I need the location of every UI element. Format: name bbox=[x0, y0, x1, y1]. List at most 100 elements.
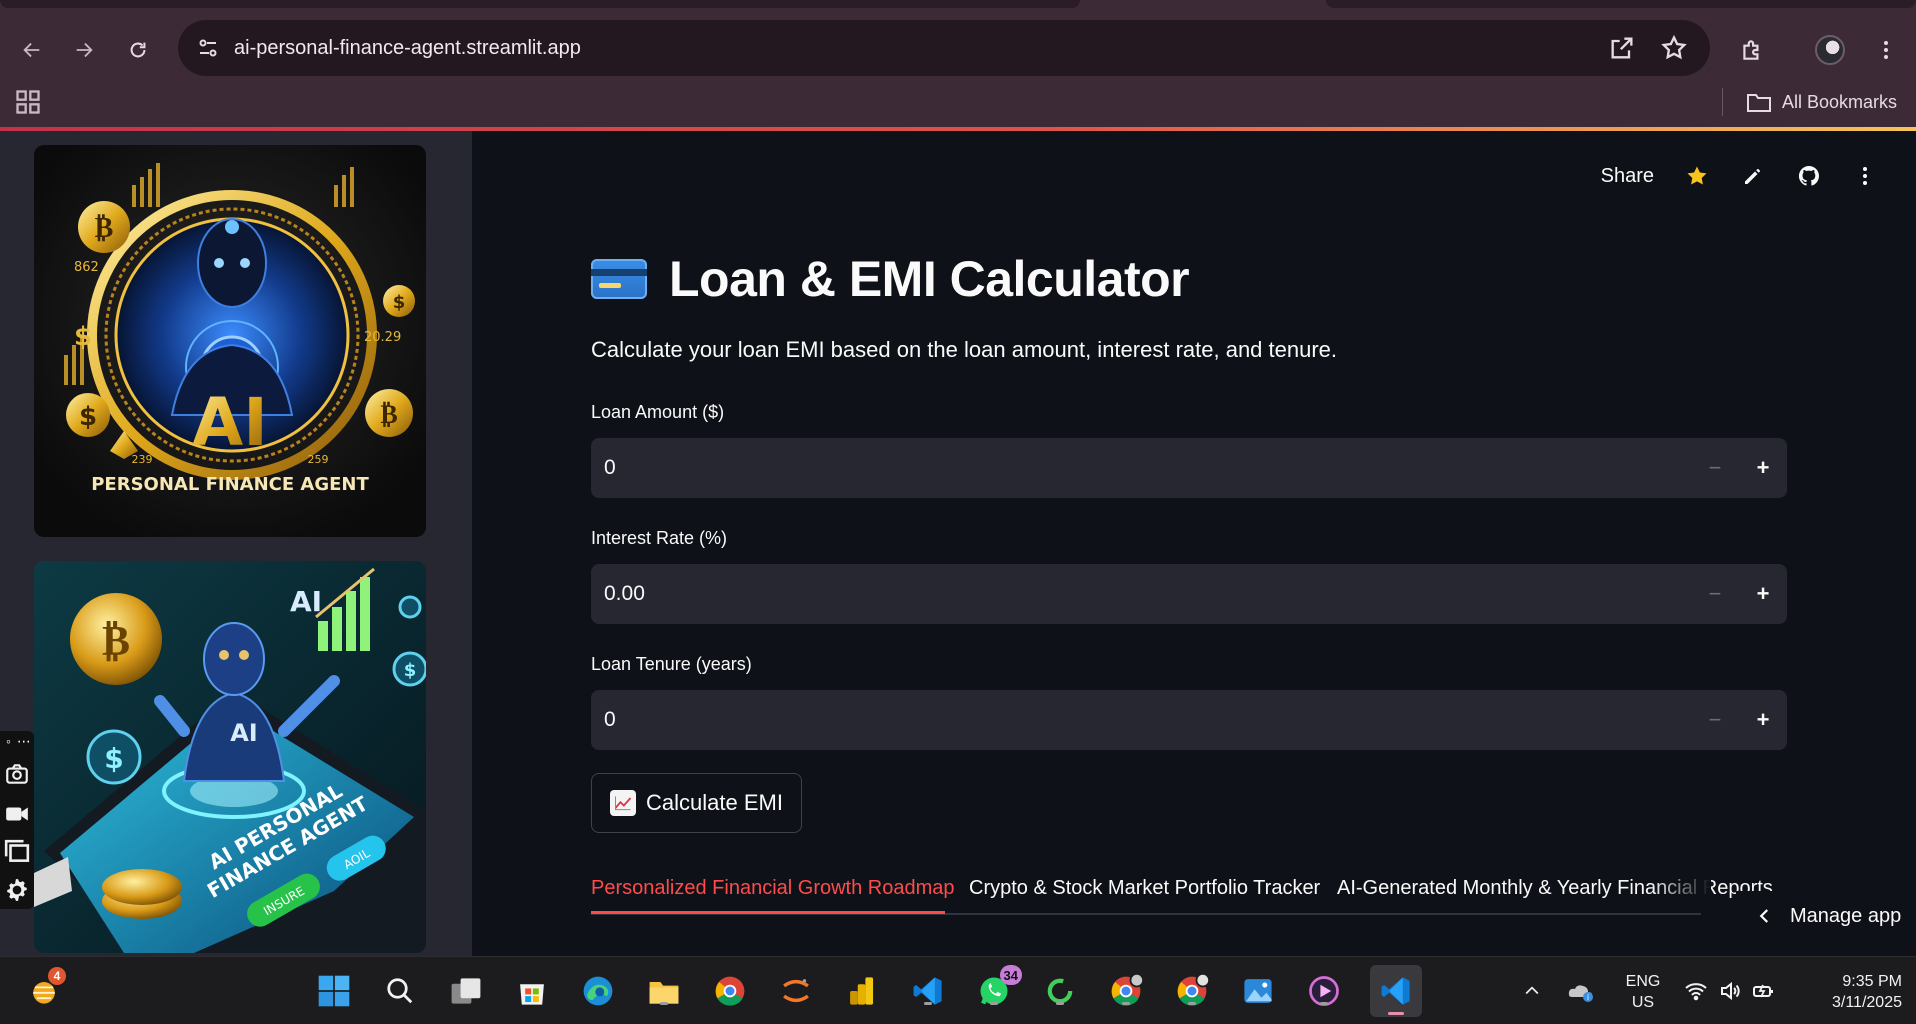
svg-text:AI: AI bbox=[192, 384, 268, 461]
svg-text:20.29: 20.29 bbox=[364, 330, 401, 345]
language-indicator[interactable]: ENG US bbox=[1620, 971, 1666, 1013]
toolbar-more-icon[interactable]: ◦ ⋯ bbox=[6, 733, 32, 750]
whatsapp-badge: 34 bbox=[999, 965, 1022, 985]
star-icon[interactable] bbox=[1684, 163, 1710, 189]
loan-tenure-decrement-icon[interactable]: − bbox=[1691, 690, 1739, 750]
sidebar-logo-image: ₿ ₿ $ $ $ 862 20.29 AI 239 259 PERSONAL … bbox=[34, 145, 426, 537]
chrome-profile-icon[interactable] bbox=[1106, 971, 1146, 1011]
browser-toolbar: ai-personal-finance-agent.streamlit.app bbox=[0, 8, 1916, 78]
svg-text:$: $ bbox=[79, 402, 97, 432]
svg-text:PERSONAL FINANCE AGENT: PERSONAL FINANCE AGENT bbox=[91, 474, 369, 495]
edge-browser-icon[interactable] bbox=[578, 971, 618, 1011]
video-camera-icon[interactable] bbox=[4, 801, 30, 827]
open-in-app-icon[interactable] bbox=[1608, 34, 1636, 62]
power-bi-icon[interactable] bbox=[842, 971, 882, 1011]
chevron-left-icon bbox=[1759, 909, 1769, 923]
widgets-icon[interactable]: 4 bbox=[24, 967, 66, 1011]
back-icon[interactable] bbox=[12, 30, 52, 70]
onedrive-icon[interactable]: i bbox=[1566, 957, 1596, 1024]
page-heading: Loan & EMI Calculator bbox=[591, 247, 1190, 311]
vscode-icon[interactable] bbox=[908, 971, 948, 1011]
sidebar: ₿ ₿ $ $ $ 862 20.29 AI 239 259 PERSONAL … bbox=[0, 131, 472, 956]
svg-text:$: $ bbox=[404, 660, 417, 681]
all-bookmarks-button[interactable]: All Bookmarks bbox=[1746, 88, 1897, 116]
interest-rate-value[interactable]: 0.00 bbox=[604, 582, 645, 606]
settings-gear-icon[interactable] bbox=[4, 877, 30, 903]
bookmark-star-icon[interactable] bbox=[1660, 34, 1688, 62]
chrome-profile-icon[interactable] bbox=[1172, 971, 1212, 1011]
browser-tab[interactable] bbox=[1326, 0, 1916, 8]
show-hidden-icons[interactable] bbox=[1522, 957, 1542, 1024]
tab-portfolio-tracker[interactable]: Crypto & Stock Market Portfolio Tracker bbox=[969, 877, 1320, 900]
apps-grid-icon[interactable] bbox=[14, 88, 42, 116]
url-text[interactable]: ai-personal-finance-agent.streamlit.app bbox=[234, 37, 581, 60]
windows-taskbar: 4 34 i ENG US 9:35 PM 3/11/2025 bbox=[0, 956, 1916, 1024]
interest-rate-decrement-icon[interactable]: − bbox=[1691, 564, 1739, 624]
camera-icon[interactable] bbox=[4, 761, 30, 787]
main-content: Share Loan & EMI Calculator Calculate yo… bbox=[472, 131, 1916, 956]
whatsapp-icon[interactable]: 34 bbox=[974, 965, 1022, 1011]
vscode-active-icon[interactable] bbox=[1370, 965, 1422, 1017]
svg-text:239: 239 bbox=[132, 453, 153, 466]
bookmarks-bar: All Bookmarks bbox=[0, 78, 1916, 128]
tab-overflow-fade bbox=[1651, 871, 1711, 911]
loan-amount-increment-icon[interactable]: + bbox=[1739, 438, 1787, 498]
media-player-icon[interactable] bbox=[1304, 971, 1344, 1011]
page-title: Loan & EMI Calculator bbox=[669, 251, 1190, 307]
address-bar[interactable]: ai-personal-finance-agent.streamlit.app bbox=[178, 20, 1710, 76]
sync-app-icon[interactable] bbox=[1040, 971, 1080, 1011]
svg-text:₿: ₿ bbox=[380, 400, 397, 430]
feature-tabs: Personalized Financial Growth Roadmap Cr… bbox=[591, 871, 1773, 915]
reload-icon[interactable] bbox=[118, 30, 158, 70]
loan-tenure-input[interactable]: 0 − + bbox=[591, 690, 1787, 750]
tab-strip bbox=[0, 0, 1916, 8]
interest-rate-increment-icon[interactable]: + bbox=[1739, 564, 1787, 624]
loan-amount-input[interactable]: 0 − + bbox=[591, 438, 1787, 498]
browser-tab[interactable] bbox=[0, 0, 1080, 8]
battery-charging-icon[interactable] bbox=[1752, 957, 1776, 1024]
loan-amount-value[interactable]: 0 bbox=[604, 456, 616, 480]
svg-text:259: 259 bbox=[308, 453, 329, 466]
search-icon[interactable] bbox=[380, 971, 420, 1011]
more-options-icon[interactable] bbox=[1852, 163, 1878, 189]
extensions-icon[interactable] bbox=[1732, 30, 1772, 70]
edit-pencil-icon[interactable] bbox=[1740, 163, 1766, 189]
photos-icon[interactable] bbox=[1238, 971, 1278, 1011]
clock-date: 3/11/2025 bbox=[1832, 994, 1902, 1011]
file-explorer-icon[interactable] bbox=[644, 971, 684, 1011]
jupyter-icon[interactable] bbox=[776, 971, 816, 1011]
loan-amount-label: Loan Amount ($) bbox=[591, 402, 725, 422]
interest-rate-input[interactable]: 0.00 − + bbox=[591, 564, 1787, 624]
github-icon[interactable] bbox=[1796, 163, 1822, 189]
chrome-icon[interactable] bbox=[710, 971, 750, 1011]
site-info-icon[interactable] bbox=[196, 36, 220, 60]
screen-capture-toolbar: ◦ ⋯ bbox=[0, 731, 34, 909]
loan-amount-decrement-icon[interactable]: − bbox=[1691, 438, 1739, 498]
wifi-icon[interactable] bbox=[1684, 957, 1708, 1024]
interest-rate-label: Interest Rate (%) bbox=[591, 528, 728, 548]
loan-tenure-value[interactable]: 0 bbox=[604, 708, 616, 732]
svg-text:AI: AI bbox=[290, 585, 322, 618]
microsoft-store-icon[interactable] bbox=[512, 971, 552, 1011]
chart-increasing-icon bbox=[610, 790, 636, 816]
browser-chrome: ai-personal-finance-agent.streamlit.app … bbox=[0, 0, 1916, 131]
language-region: US bbox=[1631, 994, 1655, 1011]
share-button[interactable]: Share bbox=[1601, 165, 1654, 188]
forward-icon[interactable] bbox=[64, 30, 104, 70]
window-capture-icon[interactable] bbox=[4, 839, 30, 865]
profile-avatar[interactable] bbox=[1810, 30, 1850, 70]
manage-app-button[interactable]: Manage app bbox=[1736, 891, 1916, 941]
calculate-emi-button[interactable]: Calculate EMI bbox=[591, 773, 802, 833]
bookmarks-divider bbox=[1722, 88, 1723, 116]
active-tab-indicator bbox=[591, 911, 945, 914]
volume-icon[interactable] bbox=[1718, 957, 1742, 1024]
loan-tenure-increment-icon[interactable]: + bbox=[1739, 690, 1787, 750]
windows-start-icon[interactable] bbox=[314, 971, 354, 1011]
browser-menu-icon[interactable] bbox=[1866, 30, 1906, 70]
system-clock[interactable]: 9:35 PM 3/11/2025 bbox=[1802, 971, 1902, 1013]
svg-text:AI: AI bbox=[230, 719, 258, 747]
tab-growth-roadmap[interactable]: Personalized Financial Growth Roadmap bbox=[591, 877, 955, 900]
language-code: ENG bbox=[1625, 973, 1661, 990]
task-view-icon[interactable] bbox=[446, 971, 486, 1011]
svg-text:862: 862 bbox=[74, 260, 99, 275]
